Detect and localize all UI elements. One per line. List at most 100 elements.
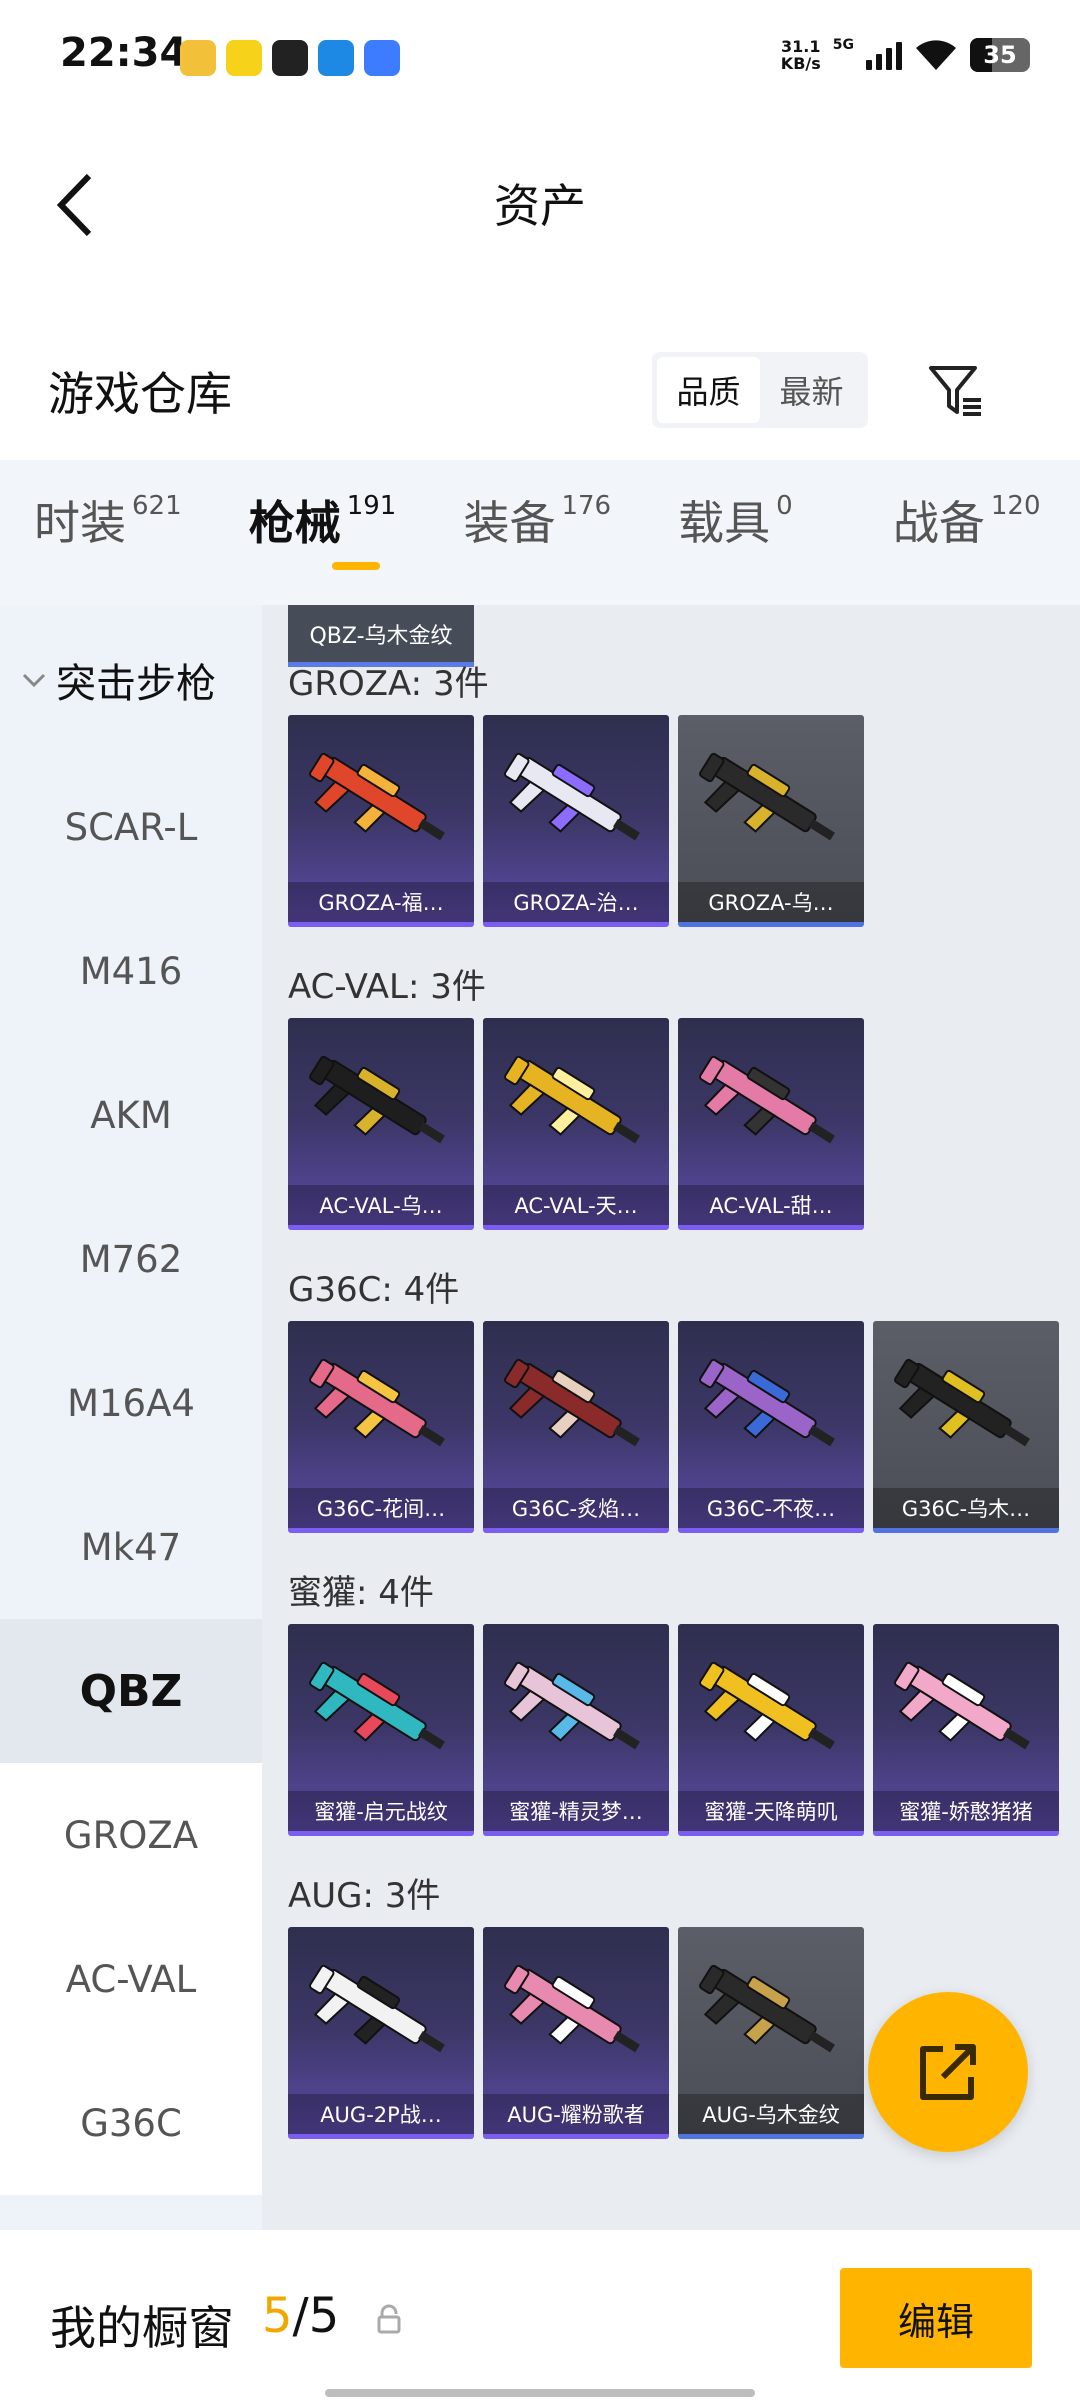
weapon-skin-image xyxy=(699,1661,835,1750)
showcase-count: 5/5 xyxy=(262,2288,339,2344)
skin-card[interactable]: G36C-炙焰… xyxy=(483,1321,669,1533)
weapon-section: AC-VAL: 3件 AC-VAL-乌… AC-VAL-天… AC-VAL-甜… xyxy=(288,948,1078,1230)
weapon-skin-image xyxy=(504,1661,640,1750)
weapon-skin-image xyxy=(699,1964,835,2053)
share-button[interactable] xyxy=(868,1992,1028,2152)
tab-4[interactable]: 战备 120 xyxy=(893,460,1080,580)
tab-label: 战备 xyxy=(892,496,985,550)
weapon-skin-image xyxy=(309,1661,445,1750)
battery-level: 35 xyxy=(983,41,1017,69)
weapon-skin-image xyxy=(309,1358,445,1447)
skin-card[interactable]: AC-VAL-乌… xyxy=(288,1018,474,1230)
skin-card[interactable]: G36C-乌木… xyxy=(873,1321,1059,1533)
weapon-skin-image xyxy=(504,1055,640,1144)
skin-card[interactable]: AC-VAL-甜… xyxy=(678,1018,864,1230)
skin-card-label: 蜜獾-启元战纹 xyxy=(288,1791,474,1831)
sidebar-item[interactable]: M416 xyxy=(0,899,262,1043)
sidebar-item[interactable]: QBZ xyxy=(0,1619,262,1763)
sort-option-quality[interactable]: 品质 xyxy=(657,357,760,423)
weapon-skin-image xyxy=(309,1055,445,1144)
chevron-down-icon xyxy=(22,668,46,692)
section-title: G36C: 4件 xyxy=(288,1269,460,1310)
sidebar-item[interactable]: AKM xyxy=(0,1043,262,1187)
weapon-skin-image xyxy=(504,1964,640,2053)
network-speed-value: 31.1 xyxy=(781,37,821,56)
skin-card-label: G36C-炙焰… xyxy=(483,1488,669,1528)
sidebar-item[interactable]: GROZA xyxy=(0,1763,262,1907)
skin-card[interactable]: 蜜獾-天降萌叽 xyxy=(678,1624,864,1836)
weapon-skin-image xyxy=(894,1661,1030,1750)
showcase-title: 我的橱窗 xyxy=(50,2301,234,2355)
skin-card[interactable]: GROZA-乌… xyxy=(678,715,864,927)
skin-card[interactable]: G36C-花间… xyxy=(288,1321,474,1533)
sidebar-group-label: 突击步枪 xyxy=(56,661,216,707)
tab-1[interactable]: 枪械 191 xyxy=(249,460,464,580)
skin-card-label: 蜜獾-精灵梦… xyxy=(483,1791,669,1831)
lock-icon xyxy=(377,2304,401,2334)
status-indicators: 31.1 KB/s 5G 35 xyxy=(780,37,1030,73)
tab-label: 枪械 xyxy=(248,496,341,550)
skin-card-row: 蜜獾-启元战纹 蜜獾-精灵梦… 蜜獾-天降萌叽 蜜獾-娇憨猪猪 xyxy=(288,1624,1078,1836)
edit-button[interactable]: 编辑 xyxy=(840,2268,1032,2368)
tab-0[interactable]: 时装 621 xyxy=(34,460,249,580)
section-title: AC-VAL: 3件 xyxy=(288,966,486,1007)
skin-card[interactable]: AUG-耀粉歌者 xyxy=(483,1927,669,2139)
skin-card-label: GROZA-福… xyxy=(288,882,474,922)
weapon-section: G36C: 4件 G36C-花间… G36C-炙焰… G36C-不夜… G36C-乌木… xyxy=(288,1251,1078,1533)
status-app-icon xyxy=(180,40,216,76)
skin-card-label: AUG-耀粉歌者 xyxy=(483,2094,669,2134)
sidebar-item[interactable]: AC-VAL xyxy=(0,1907,262,2051)
skin-card[interactable]: 蜜獾-娇憨猪猪 xyxy=(873,1624,1059,1836)
section-title: GROZA: 3件 xyxy=(288,663,489,704)
skin-card-label: AC-VAL-甜… xyxy=(678,1185,864,1225)
skin-card[interactable]: 蜜獾-精灵梦… xyxy=(483,1624,669,1836)
weapon-skin-image xyxy=(504,1358,640,1447)
sidebar-item[interactable]: M16A4 xyxy=(0,1331,262,1475)
skin-card[interactable]: GROZA-治… xyxy=(483,715,669,927)
tab-3[interactable]: 载具 0 xyxy=(678,460,893,580)
sidebar-item[interactable]: SCAR-L xyxy=(0,755,262,899)
sidebar-group-assault-rifle[interactable]: 突击步枪 xyxy=(0,605,262,755)
filter-icon xyxy=(929,366,981,416)
sort-option-newest[interactable]: 最新 xyxy=(760,357,863,423)
skin-card-row: G36C-花间… G36C-炙焰… G36C-不夜… G36C-乌木… xyxy=(288,1321,1078,1533)
sidebar-item[interactable]: G36C xyxy=(0,2051,262,2195)
skin-card-row: GROZA-福… GROZA-治… GROZA-乌… xyxy=(288,715,1078,927)
warehouse-title: 游戏仓库 xyxy=(48,367,232,421)
page-title: 资产 xyxy=(494,179,586,233)
tab-count: 0 xyxy=(776,491,793,521)
tab-label: 时装 xyxy=(34,496,126,550)
sort-toggle: 品质 最新 xyxy=(652,352,868,428)
weapon-skin-image xyxy=(699,1055,835,1144)
network-speed-unit: KB/s xyxy=(780,54,821,73)
skin-card-label: G36C-花间… xyxy=(288,1488,474,1528)
signal-icon xyxy=(866,40,902,70)
wifi-icon xyxy=(916,40,956,70)
sidebar-item[interactable]: Mk47 xyxy=(0,1475,262,1619)
status-app-icon xyxy=(364,40,400,76)
showcase-bar: 我的橱窗 5/5 编辑 xyxy=(0,2232,1080,2400)
sidebar-item[interactable]: M762 xyxy=(0,1187,262,1331)
header: 资产 xyxy=(0,110,1080,290)
skin-card-label: AC-VAL-乌… xyxy=(288,1185,474,1225)
category-tabs: 时装 621 枪械 191 装备 176 载具 0 战备 120 xyxy=(0,460,1080,605)
tab-label: 装备 xyxy=(463,496,556,550)
tab-count: 176 xyxy=(561,491,612,521)
skin-card[interactable]: AUG-2P战… xyxy=(288,1927,474,2139)
weapon-section: 蜜獾: 4件 蜜獾-启元战纹 蜜獾-精灵梦… 蜜獾-天降萌叽 蜜獾-娇憨猪猪 xyxy=(288,1554,1078,1836)
tab-2[interactable]: 装备 176 xyxy=(463,460,678,580)
skin-card-row: AC-VAL-乌… AC-VAL-天… AC-VAL-甜… xyxy=(288,1018,1078,1230)
status-app-icon xyxy=(272,40,308,76)
filter-button[interactable] xyxy=(920,352,990,428)
skin-card-label: 蜜獾-天降萌叽 xyxy=(678,1791,864,1831)
showcase-total: 5 xyxy=(308,2288,340,2344)
weapon-skin-image xyxy=(699,1358,835,1447)
skin-card[interactable]: AC-VAL-天… xyxy=(483,1018,669,1230)
skin-card[interactable]: GROZA-福… xyxy=(288,715,474,927)
skin-card[interactable]: AUG-乌木金纹 xyxy=(678,1927,864,2139)
home-indicator[interactable] xyxy=(325,2389,755,2397)
skin-card[interactable]: G36C-不夜… xyxy=(678,1321,864,1533)
status-app-icon xyxy=(318,40,354,76)
tab-count: 191 xyxy=(346,491,397,521)
skin-card[interactable]: 蜜獾-启元战纹 xyxy=(288,1624,474,1836)
